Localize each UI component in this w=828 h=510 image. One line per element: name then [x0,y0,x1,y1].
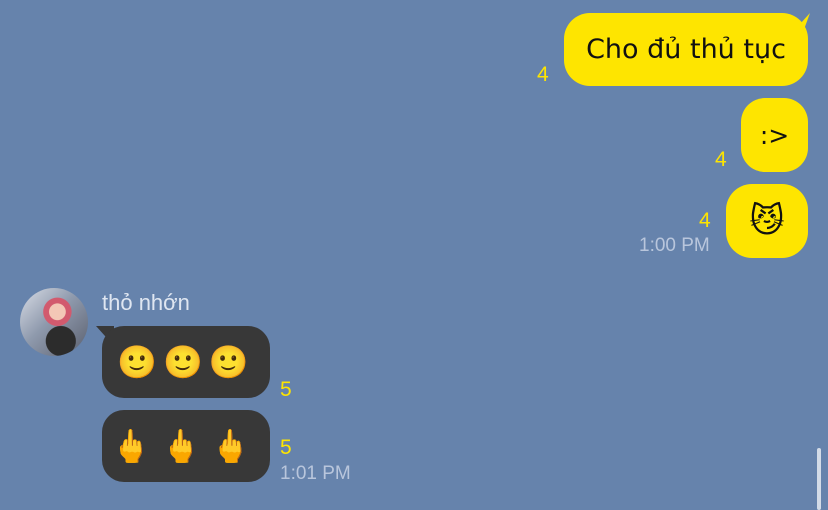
unread-count: 4 [715,148,727,171]
chat-view: Cho đủ thủ tục 4 :> 4 😼 4 1:00 PM thỏ nh… [0,0,828,510]
message-text: :> [759,120,790,150]
message-timestamp: 1:01 PM [280,463,351,484]
smirking-cat-emoji: 😼 [749,201,785,241]
outgoing-message-bubble[interactable]: :> [741,98,808,172]
message-timestamp: 1:00 PM [639,235,710,256]
unread-count: 5 [280,436,292,459]
middle-finger-emoji-row: 🖕🖕🖕 [111,427,261,465]
unread-count: 5 [280,378,292,401]
message-text: Cho đủ thủ tục [586,34,786,65]
incoming-emoji-bubble[interactable]: 🙂🙂🙂 [102,326,270,398]
scrollbar[interactable] [817,448,821,510]
outgoing-emoji-bubble[interactable]: 😼 [726,184,808,258]
sender-name: thỏ nhớn [102,290,190,315]
sender-avatar[interactable] [20,288,88,356]
outgoing-message-bubble[interactable]: Cho đủ thủ tục [564,13,808,86]
unread-count: 4 [537,63,549,86]
unread-count: 4 [699,209,711,232]
incoming-emoji-bubble[interactable]: 🖕🖕🖕 [102,410,270,482]
smile-emoji-row: 🙂🙂🙂 [117,343,255,381]
